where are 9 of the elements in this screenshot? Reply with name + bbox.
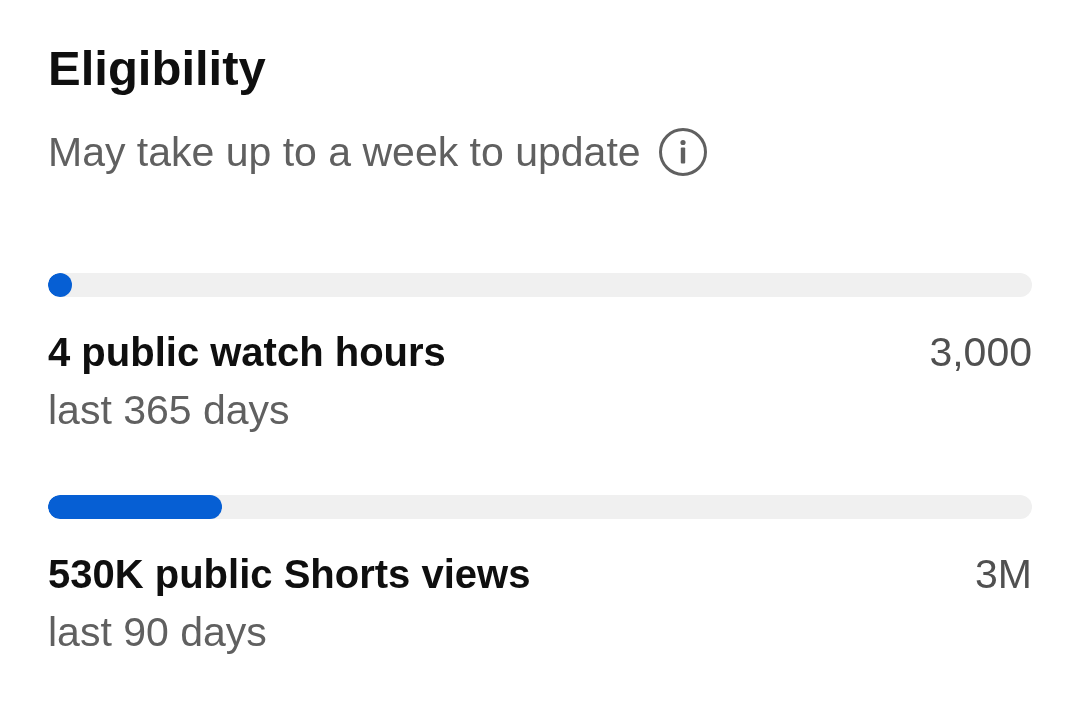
requirement-label: 4 public watch hours xyxy=(48,329,446,376)
requirement-period: last 90 days xyxy=(48,608,267,656)
update-note: May take up to a week to update xyxy=(48,128,641,176)
requirement-target: 3M xyxy=(975,550,1032,598)
section-title: Eligibility xyxy=(48,40,266,96)
requirement-period: last 365 days xyxy=(48,386,290,434)
requirement-target: 3,000 xyxy=(929,328,1032,376)
requirement-label: 530K public Shorts views xyxy=(48,551,531,598)
info-icon[interactable] xyxy=(658,128,707,176)
